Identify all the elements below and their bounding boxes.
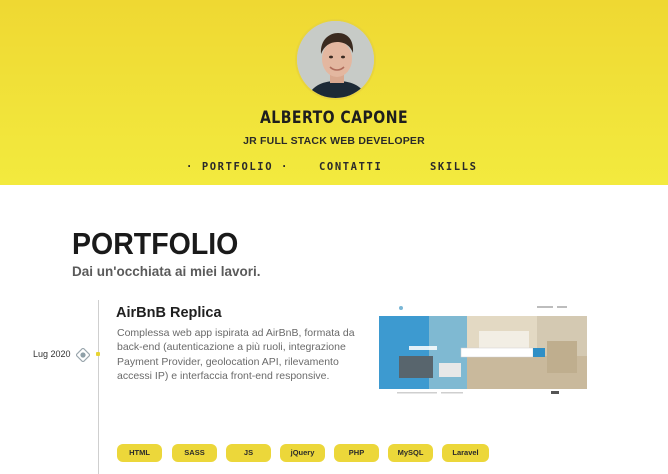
tag-sass: SASS	[172, 444, 217, 462]
portfolio-subtitle: Dai un'occhiata ai miei lavori.	[72, 264, 261, 279]
nav-contatti-link[interactable]: CONTATTI	[319, 161, 382, 173]
timeline-dot	[96, 352, 100, 356]
tag-laravel: Laravel	[442, 444, 489, 462]
nav-skills-link[interactable]: SKILLS	[430, 161, 478, 173]
timeline-line	[98, 300, 99, 474]
profile-avatar	[295, 19, 376, 100]
timeline-date: Lug 2020	[33, 349, 71, 359]
timeline-marker-icon	[75, 347, 91, 363]
tag-php: PHP	[334, 444, 379, 462]
tag-html: HTML	[117, 444, 162, 462]
tag-jquery: jQuery	[280, 444, 325, 462]
profile-role: JR FULL STACK WEB DEVELOPER	[243, 135, 425, 147]
portfolio-title: PORTFOLIO	[72, 226, 239, 261]
project-screenshot[interactable]	[379, 301, 587, 398]
project-title: AirBnB Replica	[116, 305, 222, 321]
main-nav: · PORTFOLIO · CONTATTI SKILLS	[0, 161, 668, 175]
project-description: Complessa web app ispirata ad AirBnB, fo…	[117, 327, 355, 383]
tag-mysql: MySQL	[388, 444, 433, 462]
tag-js: JS	[226, 444, 271, 462]
profile-name: ALBERTO CAPONE	[259, 108, 409, 128]
nav-portfolio-link[interactable]: · PORTFOLIO ·	[186, 161, 289, 173]
site-header: ALBERTO CAPONE JR FULL STACK WEB DEVELOP…	[0, 0, 668, 185]
